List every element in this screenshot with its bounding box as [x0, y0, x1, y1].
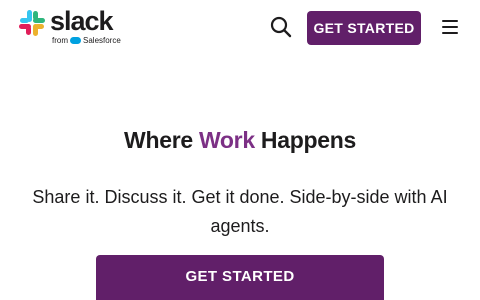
hero-title-part1: Where [124, 127, 199, 153]
hero-title-part2: Happens [254, 127, 356, 153]
hero-title-accent: Work [198, 127, 255, 153]
hamburger-menu-icon [442, 32, 458, 34]
slack-logo[interactable]: slack from Salesforce [18, 6, 128, 47]
hero-subtitle: Share it. Discuss it. Get it done. Side-… [32, 187, 448, 236]
logo-subtext-prefix: from [52, 36, 68, 45]
salesforce-cloud-icon [70, 37, 81, 44]
logo-subtext-brand: Salesforce [83, 36, 121, 45]
get-started-hero-button[interactable]: GET STARTED [96, 255, 384, 300]
get-started-header-button[interactable]: GET STARTED [307, 11, 421, 45]
top-nav: slack from Salesforce GET STARTED [0, 0, 480, 56]
slack-logo-icon [19, 10, 45, 36]
search-button[interactable] [269, 15, 293, 39]
hamburger-menu-button[interactable] [439, 16, 461, 38]
hamburger-menu-icon [442, 20, 458, 22]
hero-title: Where Work Happens [0, 127, 480, 154]
logo-wordmark: slack [50, 6, 114, 36]
hamburger-menu-icon [442, 26, 458, 28]
search-icon [270, 16, 292, 38]
logo-subtext: from Salesforce [52, 36, 121, 45]
